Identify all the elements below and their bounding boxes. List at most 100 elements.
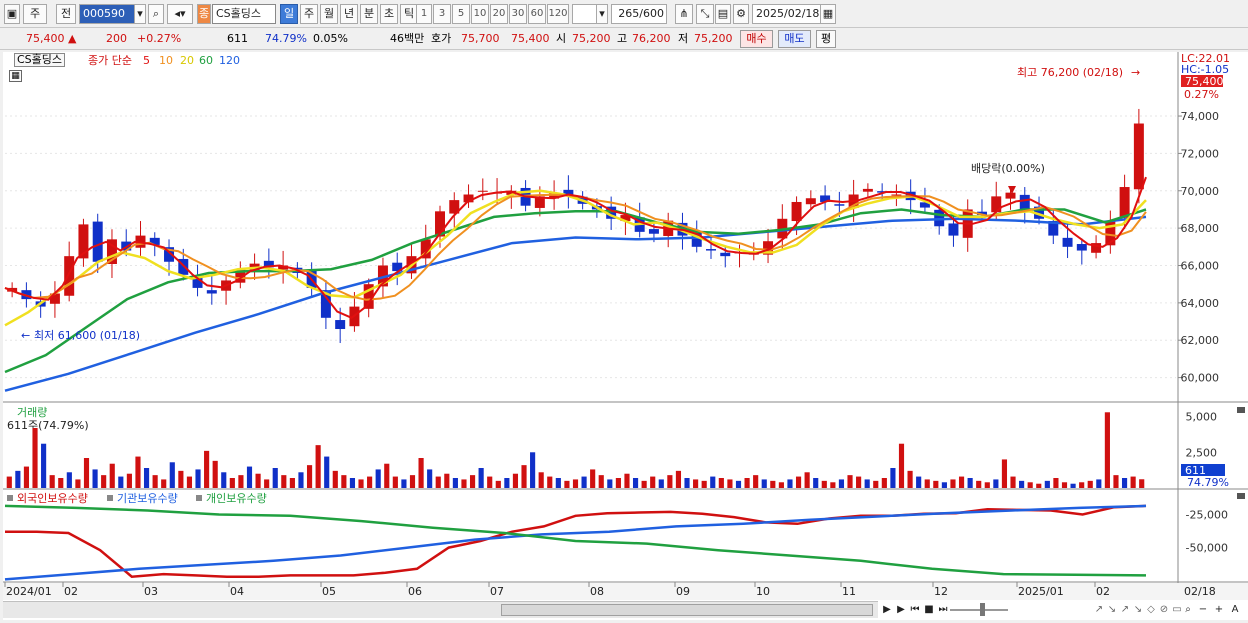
scroll-right-icon[interactable]: ▶	[880, 602, 894, 617]
volume-bar	[135, 456, 141, 488]
zoom-slider-track[interactable]	[950, 609, 1008, 611]
last-button[interactable]: ⏭	[936, 602, 950, 617]
interval-tab[interactable]: 60	[528, 4, 546, 24]
indicator-icon[interactable]: ⋔	[675, 4, 693, 24]
period-tab[interactable]: 월	[320, 4, 338, 24]
candle-body	[206, 290, 217, 294]
stop-button[interactable]: ■	[922, 602, 936, 617]
volume-bar	[255, 473, 261, 488]
period-tab[interactable]: 주	[300, 4, 318, 24]
interval-tab[interactable]: 5	[452, 4, 470, 24]
up-arrow-icon: ▲	[68, 32, 77, 45]
period-mode-select[interactable]: 주	[23, 4, 47, 24]
interval-tab[interactable]: 120	[547, 4, 569, 24]
drawing-tool-icon[interactable]: ↘	[1131, 602, 1145, 617]
volume-bar	[1070, 483, 1076, 488]
period-tab[interactable]: 분	[360, 4, 378, 24]
ask-label: 호가	[431, 32, 452, 45]
volume-bar	[23, 466, 30, 488]
volume-bar	[1010, 476, 1016, 488]
horizontal-scrollbar[interactable]	[3, 601, 878, 618]
save-icon[interactable]: ▤	[715, 4, 731, 24]
high-label: 고	[617, 32, 628, 45]
period-tab[interactable]: 일	[280, 4, 298, 24]
current-pct-label: 0.27%	[1184, 88, 1219, 101]
stock-chart-svg: 74,000 72,000 70,000 68,000 66,000 64,000 62,0…	[3, 52, 1248, 600]
data-count-field[interactable]: 265/600	[611, 4, 667, 24]
volume-bar	[1104, 412, 1110, 488]
volume-bar	[744, 478, 750, 488]
interval-tab[interactable]: 10	[471, 4, 489, 24]
search-icon[interactable]: ⌕	[148, 4, 164, 24]
first-button[interactable]: ⏮	[908, 602, 922, 617]
layout-icon[interactable]: ▣	[4, 4, 20, 24]
drawing-tool-icon[interactable]: ⊘	[1157, 602, 1171, 617]
volume-bar	[58, 478, 64, 488]
volume-bar	[281, 475, 287, 488]
date-field[interactable]: 2025/02/18	[752, 4, 822, 24]
price-tick-label: 66,000	[1181, 259, 1220, 272]
volume-bar	[418, 458, 424, 488]
volume-bar	[469, 475, 476, 488]
draw-tool-icon[interactable]: ⤡	[696, 4, 714, 24]
price-change: 200	[106, 32, 127, 45]
volume-bar	[478, 468, 484, 488]
volume-bar	[941, 482, 947, 488]
interval-dropdown-icon[interactable]: ▾	[596, 4, 608, 24]
gear-icon[interactable]: ⚙	[733, 4, 749, 24]
volume-bar	[332, 470, 338, 488]
current-price: 75,400	[26, 32, 65, 45]
stock-name-field[interactable]: CS홀딩스	[212, 4, 276, 24]
auto-scale-button[interactable]: A	[1228, 602, 1242, 617]
calendar-icon[interactable]: ▦	[820, 4, 836, 24]
drawing-tool-icon[interactable]: ◇	[1144, 602, 1158, 617]
drawing-tool-icon[interactable]: ↗	[1118, 602, 1132, 617]
play-button[interactable]: ▶	[894, 602, 908, 617]
max-arrow-icon: →	[1131, 66, 1140, 79]
volume-bar	[521, 465, 527, 488]
drawing-tool-icon[interactable]: ↗	[1092, 602, 1106, 617]
prev-button[interactable]: 전	[56, 4, 76, 24]
code-dropdown-icon[interactable]: ▾	[134, 4, 146, 24]
volume-bar	[152, 475, 158, 488]
candle-body	[891, 194, 902, 196]
interval-tab[interactable]: 3	[433, 4, 451, 24]
volume-bar	[6, 476, 12, 488]
volume-bar	[898, 443, 905, 488]
volume-bar	[315, 445, 321, 488]
stock-name-tag: CS홀딩스	[14, 53, 66, 67]
x-axis-label: 2025/01	[1018, 585, 1064, 598]
volume-bar	[1139, 479, 1145, 488]
candle-body	[648, 229, 659, 234]
interval-tab[interactable]: 1	[416, 4, 432, 24]
stock-code-input[interactable]: 000590	[79, 4, 135, 24]
sound-icon[interactable]: ◂▾	[167, 4, 193, 24]
volume-bar	[41, 443, 47, 488]
volume-bar	[873, 480, 879, 488]
volume-bar	[701, 480, 707, 488]
drawing-tool-icon[interactable]: ↘	[1105, 602, 1119, 617]
chart-area[interactable]: 74,000 72,000 70,000 68,000 66,000 64,000 62,0…	[3, 52, 1248, 620]
eval-button[interactable]: 평	[816, 30, 836, 48]
volume-bar	[693, 479, 699, 488]
volume-bar	[838, 479, 845, 488]
magnifier-icon[interactable]: ⌕	[1181, 602, 1195, 617]
volume-bar	[349, 478, 356, 488]
volume-bar	[495, 480, 501, 488]
buy-button[interactable]: 매수	[740, 30, 773, 48]
volume-bar	[444, 473, 450, 488]
interval-tab[interactable]: 30	[509, 4, 527, 24]
sell-button[interactable]: 매도	[778, 30, 811, 48]
period-tab[interactable]: 초	[380, 4, 398, 24]
zoom-slider-thumb[interactable]	[980, 603, 985, 616]
period-tab[interactable]: 년	[340, 4, 358, 24]
table-view-icon[interactable]: ▦	[9, 70, 22, 82]
zoom-out-button[interactable]: −	[1196, 602, 1210, 617]
x-axis-label: 2024/01	[6, 585, 52, 598]
candle-body	[1019, 194, 1030, 210]
scroll-thumb[interactable]	[501, 604, 873, 616]
stock-type-badge: 종	[197, 4, 211, 24]
interval-tab[interactable]: 20	[490, 4, 508, 24]
zoom-in-button[interactable]: +	[1212, 602, 1226, 617]
volume-bar	[632, 478, 639, 488]
